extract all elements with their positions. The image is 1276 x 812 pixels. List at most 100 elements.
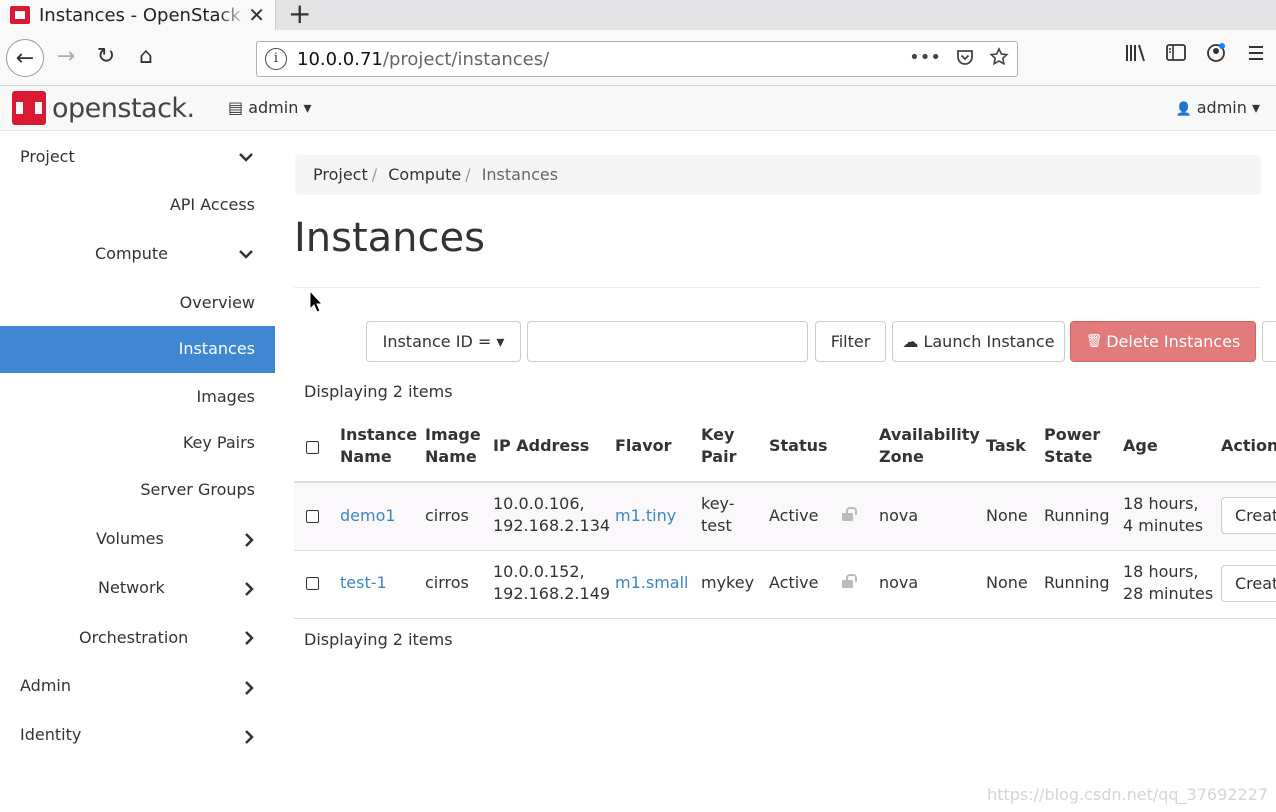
column-header-status[interactable]: Status	[769, 435, 828, 457]
breadcrumb-separator: /	[465, 165, 471, 184]
column-header-instance-name[interactable]: Instance Name	[340, 424, 417, 468]
launch-instance-label: Launch Instance	[923, 332, 1055, 351]
age-cell: 18 hours, 4 minutes	[1123, 493, 1203, 537]
filter-field-select[interactable]: Instance ID = ▾	[366, 321, 521, 362]
chevron-right-icon[interactable]	[243, 680, 255, 696]
header-line: Zone	[879, 447, 924, 466]
instance-name-link[interactable]: demo1	[340, 505, 396, 527]
header-line: Image	[425, 425, 481, 444]
sidebar-item-images[interactable]: Images	[197, 387, 255, 406]
column-header-age[interactable]: Age	[1123, 435, 1158, 457]
row-checkbox[interactable]	[306, 577, 319, 590]
chevron-down-icon[interactable]	[238, 151, 254, 163]
chevron-right-icon[interactable]	[243, 532, 255, 548]
sidebar-item-key-pairs[interactable]: Key Pairs	[183, 433, 255, 452]
more-actions-button[interactable]	[1262, 321, 1276, 362]
delete-instances-button[interactable]: 🗑 Delete Instances	[1070, 321, 1256, 362]
header-line: Key	[701, 425, 735, 444]
sidebar-item-server-groups[interactable]: Server Groups	[140, 480, 255, 499]
breadcrumb-compute[interactable]: Compute	[388, 165, 461, 184]
project-dropdown-label: admin	[248, 98, 299, 117]
select-all-checkbox[interactable]	[306, 441, 319, 454]
chevron-down-icon[interactable]	[238, 248, 254, 260]
delete-instances-label: Delete Instances	[1106, 332, 1241, 351]
sidebar-item-identity[interactable]: Identity	[20, 725, 81, 744]
forward-button[interactable]: →	[48, 38, 84, 74]
account-icon[interactable]	[1196, 42, 1236, 64]
site-info-icon[interactable]: i	[265, 48, 287, 70]
sidebar-item-project[interactable]: Project	[20, 147, 75, 166]
column-header-actions: Actions	[1221, 436, 1276, 455]
sidebar-item-compute[interactable]: Compute	[95, 244, 168, 263]
flavor-link[interactable]: m1.small	[615, 572, 688, 594]
openstack-logo[interactable]: openstack.	[12, 91, 195, 125]
column-header-key-pair[interactable]: Key Pair	[701, 424, 736, 468]
row-checkbox[interactable]	[306, 510, 319, 523]
column-header-task[interactable]: Task	[986, 435, 1026, 457]
header-line: Pair	[701, 447, 737, 466]
row-divider	[294, 550, 1276, 551]
flavor-link[interactable]: m1.tiny	[615, 505, 676, 527]
sidebar-item-orchestration[interactable]: Orchestration	[79, 628, 188, 647]
bookmark-star-icon[interactable]	[989, 47, 1009, 67]
home-button[interactable]: ⌂	[128, 38, 164, 74]
lock-icon	[842, 507, 857, 521]
sidebar-item-overview[interactable]: Overview	[180, 293, 255, 312]
age-cell: 18 hours, 28 minutes	[1123, 561, 1213, 605]
page-actions-icon[interactable]: •••	[909, 47, 941, 68]
openstack-header: openstack. ▤ admin ▾ 👤 admin ▾	[0, 86, 1276, 131]
launch-instance-button[interactable]: ☁ Launch Instance	[892, 321, 1065, 362]
sidebar-item-admin[interactable]: Admin	[20, 676, 71, 695]
age-line: 28 minutes	[1123, 584, 1214, 603]
header-line: Name	[340, 447, 392, 466]
url-text[interactable]: 10.0.0.71/project/instances/	[297, 49, 549, 70]
menu-icon[interactable]	[1236, 42, 1276, 64]
image-name-cell: cirros	[425, 506, 469, 525]
breadcrumb-separator: /	[371, 165, 378, 184]
power-state-cell: Running	[1044, 506, 1110, 525]
sidebar-item-api-access[interactable]: API Access	[170, 195, 255, 214]
sidebar: Project API Access Compute Overview Inst…	[0, 131, 275, 812]
browser-tab[interactable]: Instances - OpenStack Dashboard ✕	[0, 0, 276, 30]
title-divider	[294, 287, 1260, 288]
back-button[interactable]: ←	[6, 39, 44, 77]
header-line: Name	[425, 447, 477, 466]
close-tab-icon[interactable]: ✕	[248, 3, 265, 27]
filter-button[interactable]: Filter	[815, 321, 886, 362]
sidebar-toggle-icon[interactable]	[1156, 42, 1196, 64]
column-header-ip-address[interactable]: IP Address	[493, 435, 589, 457]
column-header-flavor[interactable]: Flavor	[615, 435, 672, 457]
create-snapshot-button[interactable]: Create	[1221, 565, 1276, 602]
key-pair-cell: key-test	[701, 493, 735, 537]
sidebar-item-network[interactable]: Network	[98, 578, 165, 597]
pocket-icon[interactable]	[955, 47, 975, 67]
filter-input[interactable]	[527, 321, 808, 362]
breadcrumb-project[interactable]: Project	[313, 165, 368, 184]
user-icon: 👤	[1175, 102, 1192, 117]
instance-name-link[interactable]: test-1	[340, 572, 387, 594]
openstack-favicon-icon	[10, 6, 30, 24]
create-snapshot-button[interactable]: Create	[1221, 497, 1276, 534]
user-dropdown[interactable]: 👤 admin ▾	[1175, 98, 1260, 117]
column-header-image-name[interactable]: Image Name	[425, 424, 481, 468]
chevron-right-icon[interactable]	[243, 729, 255, 745]
reload-button[interactable]: ↻	[88, 38, 124, 74]
chevron-right-icon[interactable]	[243, 581, 255, 597]
image-name-cell: cirros	[425, 573, 469, 592]
library-icon[interactable]	[1116, 42, 1156, 64]
project-dropdown[interactable]: ▤ admin ▾	[228, 98, 311, 117]
mouse-cursor-icon	[309, 290, 323, 313]
chevron-right-icon[interactable]	[243, 630, 255, 646]
column-header-availability-zone[interactable]: Availability Zone	[879, 424, 980, 468]
column-header-power-state[interactable]: Power State	[1044, 424, 1100, 468]
page-title: Instances	[294, 215, 485, 261]
sidebar-item-volumes[interactable]: Volumes	[96, 529, 164, 548]
new-tab-icon[interactable]: +	[288, 0, 311, 28]
trash-icon: 🗑	[1085, 334, 1103, 349]
cloud-upload-icon: ☁	[902, 332, 919, 351]
header-line: Instance	[340, 425, 418, 444]
header-line: Power	[1044, 425, 1101, 444]
url-bar[interactable]: i 10.0.0.71/project/instances/ •••	[256, 41, 1018, 77]
sidebar-item-instances[interactable]: Instances	[0, 326, 275, 373]
caret-down-icon: ▾	[303, 98, 312, 117]
